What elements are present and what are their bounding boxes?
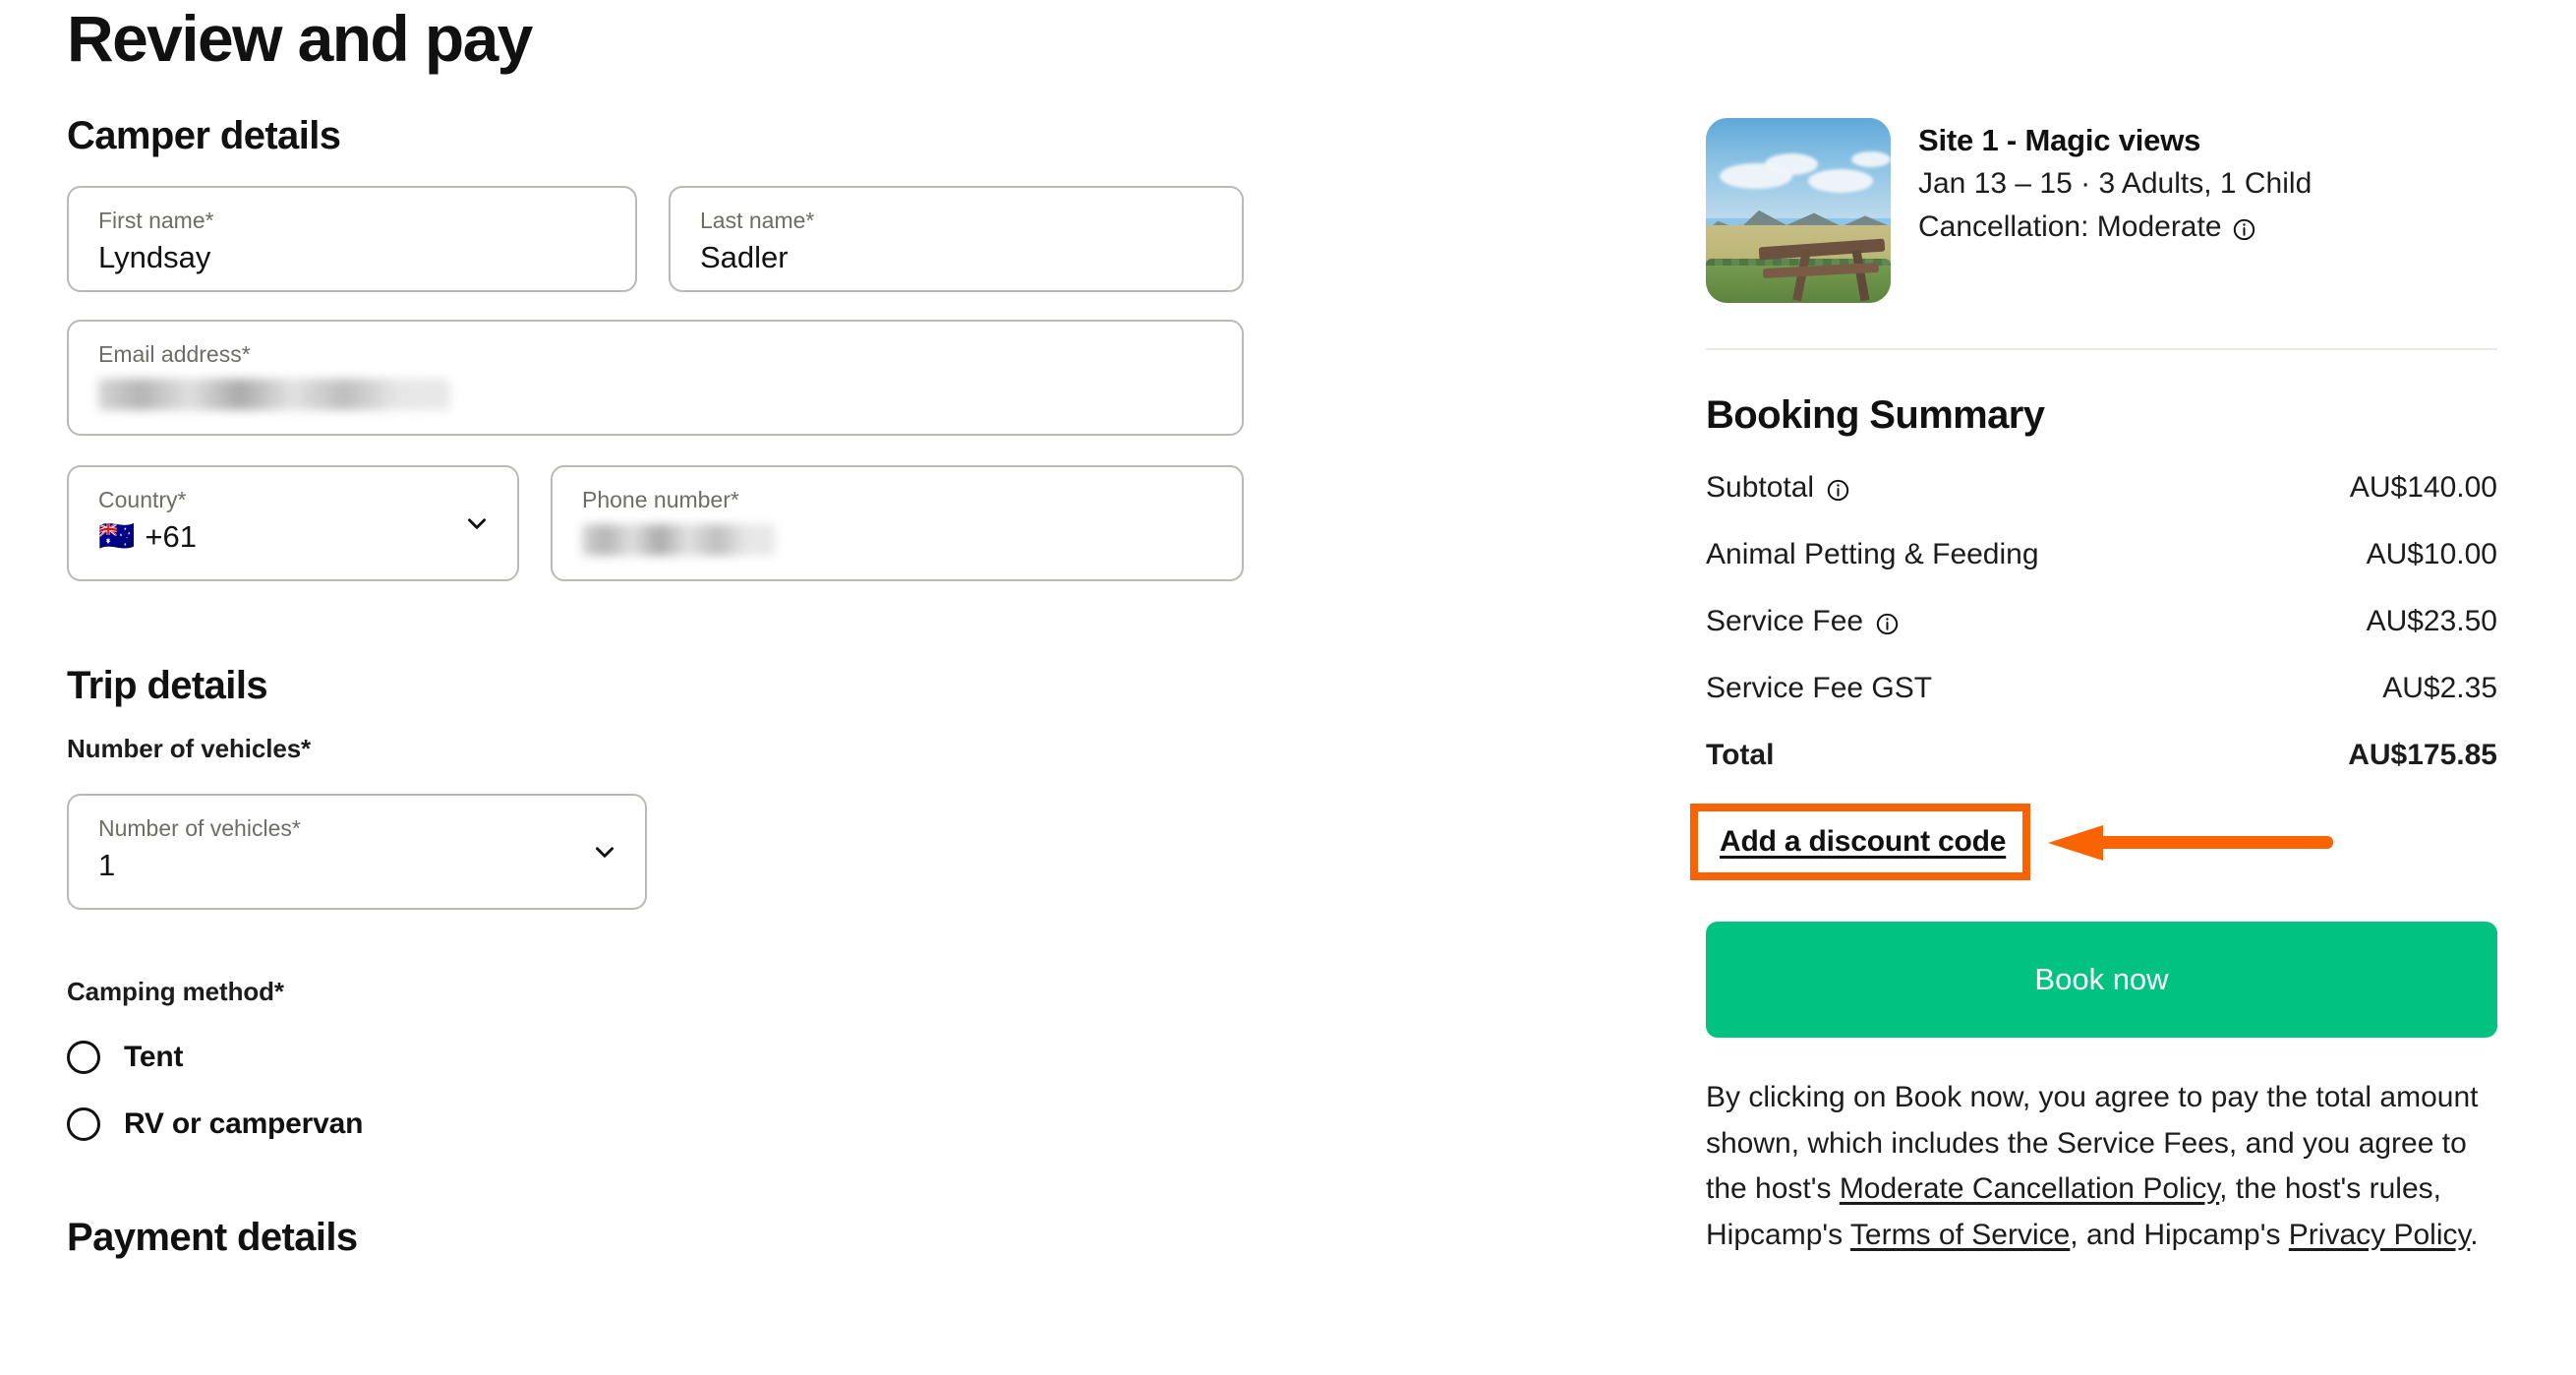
moderate-cancellation-policy-link[interactable]: Moderate Cancellation Policy bbox=[1840, 1172, 2219, 1205]
first-name-value: Lyndsay bbox=[98, 239, 211, 274]
terms-text-part-3: , and Hipcamp's bbox=[2070, 1218, 2289, 1251]
info-icon[interactable] bbox=[2232, 217, 2256, 242]
email-label: Email address* bbox=[98, 341, 251, 367]
line-item-amount: AU$10.00 bbox=[2366, 538, 2497, 570]
camping-option-label: Tent bbox=[124, 1041, 184, 1073]
camping-option-tent[interactable]: Tent bbox=[67, 1041, 1365, 1074]
summary-line-item: Service Fee GST AU$2.35 bbox=[1706, 672, 2497, 705]
total-label: Total bbox=[1706, 739, 1775, 771]
number-of-vehicles-label: Number of vehicles* bbox=[98, 815, 301, 841]
last-name-value: Sadler bbox=[700, 239, 789, 274]
line-item-amount: AU$23.50 bbox=[2366, 605, 2497, 637]
site-thumbnail bbox=[1706, 118, 1891, 303]
radio-icon[interactable] bbox=[67, 1107, 100, 1141]
number-of-vehicles-select[interactable]: Number of vehicles* 1 bbox=[67, 794, 647, 910]
chevron-down-icon[interactable] bbox=[592, 839, 617, 865]
site-dates-guests: Jan 13 – 15 · 3 Adults, 1 Child bbox=[1918, 166, 2313, 200]
terms-disclaimer: By clicking on Book now, you agree to pa… bbox=[1706, 1075, 2497, 1258]
booking-summary-heading: Booking Summary bbox=[1706, 393, 2045, 437]
terms-text-part-4: . bbox=[2470, 1218, 2479, 1251]
phone-value-redacted bbox=[582, 523, 775, 556]
line-item-label: Subtotal bbox=[1706, 471, 1815, 504]
add-discount-code-link[interactable]: Add a discount code bbox=[1720, 825, 2006, 859]
first-name-field[interactable]: First name* Lyndsay bbox=[67, 186, 637, 292]
site-header: Site 1 - Magic views Jan 13 – 15 · 3 Adu… bbox=[1706, 0, 2497, 303]
email-value-redacted bbox=[98, 378, 450, 410]
line-item-amount: AU$140.00 bbox=[2349, 471, 2497, 504]
site-cancellation-label: Cancellation: Moderate bbox=[1918, 210, 2222, 244]
annotation-highlight-box: Add a discount code bbox=[1690, 804, 2030, 880]
total-amount: AU$175.85 bbox=[2348, 739, 2497, 771]
chevron-down-icon[interactable] bbox=[464, 510, 490, 536]
number-of-vehicles-value: 1 bbox=[98, 847, 116, 882]
au-flag-icon: 🇦🇺 bbox=[98, 519, 136, 553]
country-dial-code: +61 bbox=[145, 518, 197, 554]
camping-option-rv[interactable]: RV or campervan bbox=[67, 1107, 1365, 1141]
trip-details-heading: Trip details bbox=[67, 664, 268, 707]
site-name: Site 1 - Magic views bbox=[1918, 123, 2201, 157]
line-item-label: Animal Petting & Feeding bbox=[1706, 538, 2039, 570]
terms-of-service-link[interactable]: Terms of Service bbox=[1850, 1219, 2070, 1251]
phone-field[interactable]: Phone number* bbox=[551, 465, 1244, 581]
number-of-vehicles-heading: Number of vehicles* bbox=[67, 734, 312, 763]
country-select[interactable]: Country* 🇦🇺 +61 bbox=[67, 465, 519, 581]
review-and-pay-page: Review and pay Camper details First name… bbox=[0, 0, 2576, 1375]
privacy-policy-link[interactable]: Privacy Policy bbox=[2289, 1219, 2470, 1251]
first-name-label: First name* bbox=[98, 208, 214, 233]
country-label: Country* bbox=[98, 487, 187, 512]
camper-details-heading: Camper details bbox=[67, 114, 341, 157]
summary-line-item: Animal Petting & Feeding AU$10.00 bbox=[1706, 538, 2497, 571]
summary-divider bbox=[1706, 348, 2497, 350]
email-field[interactable]: Email address* bbox=[67, 320, 1244, 436]
annotation-arrow-icon bbox=[2048, 825, 2333, 861]
discount-code-area: Add a discount code bbox=[1690, 804, 2497, 880]
line-item-amount: AU$2.35 bbox=[2382, 672, 2497, 704]
last-name-field[interactable]: Last name* Sadler bbox=[669, 186, 1244, 292]
booking-summary-column: Site 1 - Magic views Jan 13 – 15 · 3 Adu… bbox=[1690, 0, 2497, 1258]
book-now-button[interactable]: Book now bbox=[1706, 922, 2497, 1038]
phone-label: Phone number* bbox=[582, 487, 739, 512]
info-icon[interactable] bbox=[1826, 478, 1850, 503]
camping-method-heading: Camping method* bbox=[67, 977, 284, 1006]
last-name-label: Last name* bbox=[700, 208, 815, 233]
checkout-form-column: Review and pay Camper details First name… bbox=[67, 0, 1365, 1260]
line-item-label: Service Fee GST bbox=[1706, 672, 1933, 704]
summary-line-item: Service Fee AU$23.50 bbox=[1706, 605, 2497, 638]
summary-line-item: Subtotal AU$140.00 bbox=[1706, 471, 2497, 505]
summary-total-row: Total AU$175.85 bbox=[1706, 739, 2497, 772]
site-cancellation-row: Cancellation: Moderate bbox=[1918, 208, 2312, 248]
radio-icon[interactable] bbox=[67, 1041, 100, 1074]
page-title: Review and pay bbox=[67, 2, 533, 75]
line-item-label: Service Fee bbox=[1706, 605, 1864, 637]
contact-row: Country* 🇦🇺 +61 Phone number* bbox=[67, 465, 1365, 581]
country-value-row: 🇦🇺 +61 bbox=[98, 518, 490, 557]
info-icon[interactable] bbox=[1875, 612, 1900, 636]
name-row: First name* Lyndsay Last name* Sadler bbox=[67, 186, 1365, 292]
camping-option-label: RV or campervan bbox=[124, 1107, 364, 1140]
site-header-text: Site 1 - Magic views Jan 13 – 15 · 3 Adu… bbox=[1918, 118, 2312, 248]
payment-details-heading: Payment details bbox=[67, 1216, 358, 1259]
